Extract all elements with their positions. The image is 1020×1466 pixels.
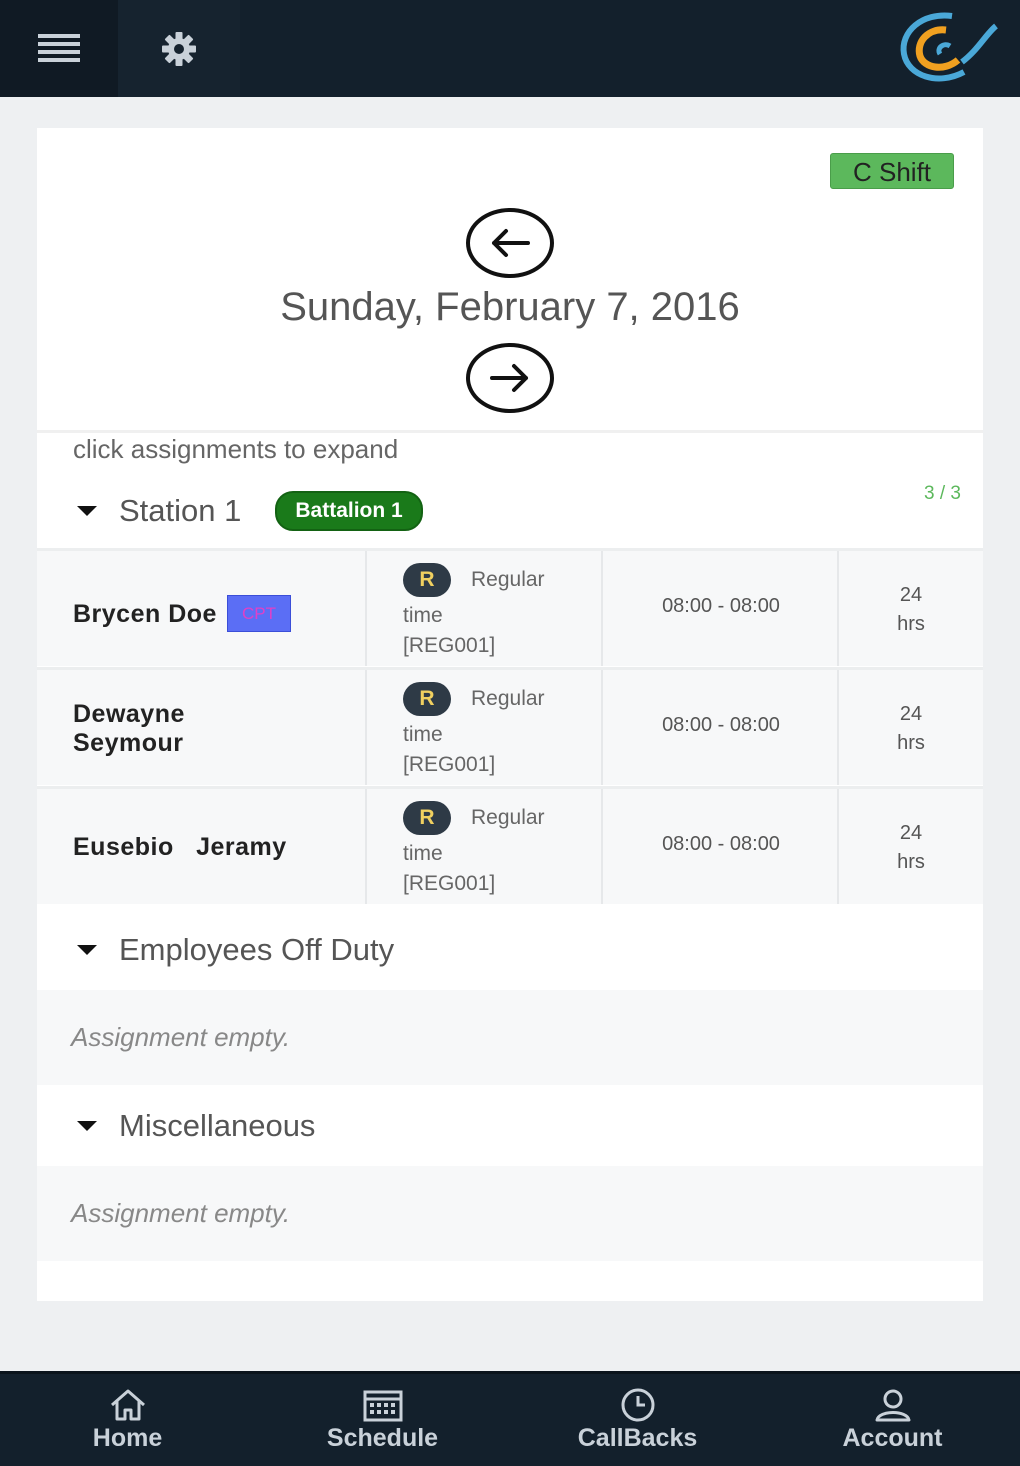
shift-time-cell: 08:00 - 08:00: [603, 551, 839, 666]
misc-title: Miscellaneous: [119, 1108, 316, 1143]
home-icon: [110, 1389, 145, 1420]
tab-account[interactable]: Account: [765, 1374, 1020, 1466]
time-type-code: time [REG001]: [403, 842, 496, 895]
employee-name: Brycen Doe CPT: [73, 595, 291, 632]
time-type-cell: R Regular time [REG001]: [367, 789, 603, 904]
time-type-label: Regular: [471, 568, 545, 591]
employee-name: Dewayne Seymour: [73, 700, 185, 757]
time-type-label: Regular: [471, 687, 545, 710]
arrow-left-icon: [492, 229, 530, 257]
off-duty-list: Assignment empty.: [37, 990, 983, 1085]
calendar-icon: [363, 1390, 402, 1421]
hours-cell: 24 hrs: [839, 670, 983, 785]
settings-button[interactable]: [118, 0, 240, 97]
tab-home[interactable]: Home: [0, 1374, 255, 1466]
tab-label: CallBacks: [577, 1423, 698, 1452]
hamburger-icon: [38, 33, 80, 62]
time-type-code: time [REG001]: [403, 723, 496, 776]
time-type-code: time [REG001]: [403, 604, 496, 657]
shift-badge: C Shift: [830, 153, 954, 189]
gear-icon: [162, 31, 196, 66]
shift-time: 08:00 - 08:00: [662, 833, 780, 855]
tab-label: Schedule: [326, 1423, 439, 1452]
employee-cell: Brycen Doe CPT: [37, 551, 367, 666]
shift-hours: 24 hrs: [897, 584, 925, 635]
station-title: Station 1: [119, 493, 242, 528]
tab-callbacks[interactable]: CallBacks: [510, 1374, 765, 1466]
next-day-button[interactable]: [466, 343, 554, 413]
shift-hours: 24 hrs: [897, 703, 925, 754]
date-title: Sunday, February 7, 2016: [280, 285, 740, 329]
empty-message: Assignment empty.: [71, 1022, 291, 1052]
station-section-header[interactable]: Station 1 Battalion 1: [37, 486, 983, 536]
shift-hours: 24 hrs: [897, 822, 925, 873]
assignment-row[interactable]: Dewayne Seymour R Regular time [REG001] 08…: [37, 667, 983, 785]
time-type-label: Regular: [471, 806, 545, 829]
staffing-count: 3 / 3: [924, 483, 961, 504]
time-type-badge: R: [403, 801, 451, 835]
hours-cell: 24 hrs: [839, 551, 983, 666]
divider: [37, 430, 983, 433]
clock-icon: [621, 1388, 654, 1421]
caret-down-icon: [77, 506, 97, 516]
off-duty-section-header[interactable]: Employees Off Duty: [37, 925, 983, 975]
empty-message: Assignment empty.: [71, 1198, 291, 1228]
off-duty-title: Employees Off Duty: [119, 932, 395, 967]
arrow-right-icon: [490, 364, 528, 392]
schedule-card: C Shift Sunday, February 7, 2016 click a…: [37, 128, 983, 1301]
top-bar: [0, 0, 1020, 97]
employee-cell: Dewayne Seymour: [37, 670, 367, 785]
shift-time-cell: 08:00 - 08:00: [603, 670, 839, 785]
time-type-cell: R Regular time [REG001]: [367, 551, 603, 666]
bottom-nav: Home Schedule CallBacks Account: [0, 1371, 1020, 1466]
caret-down-icon: [77, 1121, 97, 1131]
misc-section-header[interactable]: Miscellaneous: [37, 1101, 983, 1151]
time-type-badge: R: [403, 682, 451, 716]
shift-time: 08:00 - 08:00: [662, 714, 780, 736]
menu-button[interactable]: [0, 0, 118, 97]
employee-cell: Eusebio Jeramy: [37, 789, 367, 904]
user-icon: [875, 1389, 910, 1421]
battalion-badge: Battalion 1: [275, 491, 423, 531]
caret-down-icon: [77, 945, 97, 955]
hours-cell: 24 hrs: [839, 789, 983, 904]
shift-time: 08:00 - 08:00: [662, 595, 780, 617]
time-type-badge: R: [403, 563, 451, 597]
time-type-cell: R Regular time [REG001]: [367, 670, 603, 785]
expand-hint: click assignments to expand: [73, 434, 399, 464]
assignment-row[interactable]: Eusebio Jeramy R Regular time [REG001] 08…: [37, 786, 983, 904]
rank-badge: CPT: [226, 595, 291, 632]
assignment-row[interactable]: Brycen Doe CPT R Regular time [REG001] 08:…: [37, 548, 983, 666]
shift-time-cell: 08:00 - 08:00: [603, 789, 839, 904]
tab-label: Home: [92, 1423, 163, 1452]
app-logo: [900, 12, 998, 82]
previous-day-button[interactable]: [466, 208, 554, 278]
misc-list: Assignment empty.: [37, 1166, 983, 1261]
tab-label: Account: [842, 1423, 943, 1452]
employee-name: Eusebio Jeramy: [73, 833, 287, 861]
tab-schedule[interactable]: Schedule: [255, 1374, 510, 1466]
